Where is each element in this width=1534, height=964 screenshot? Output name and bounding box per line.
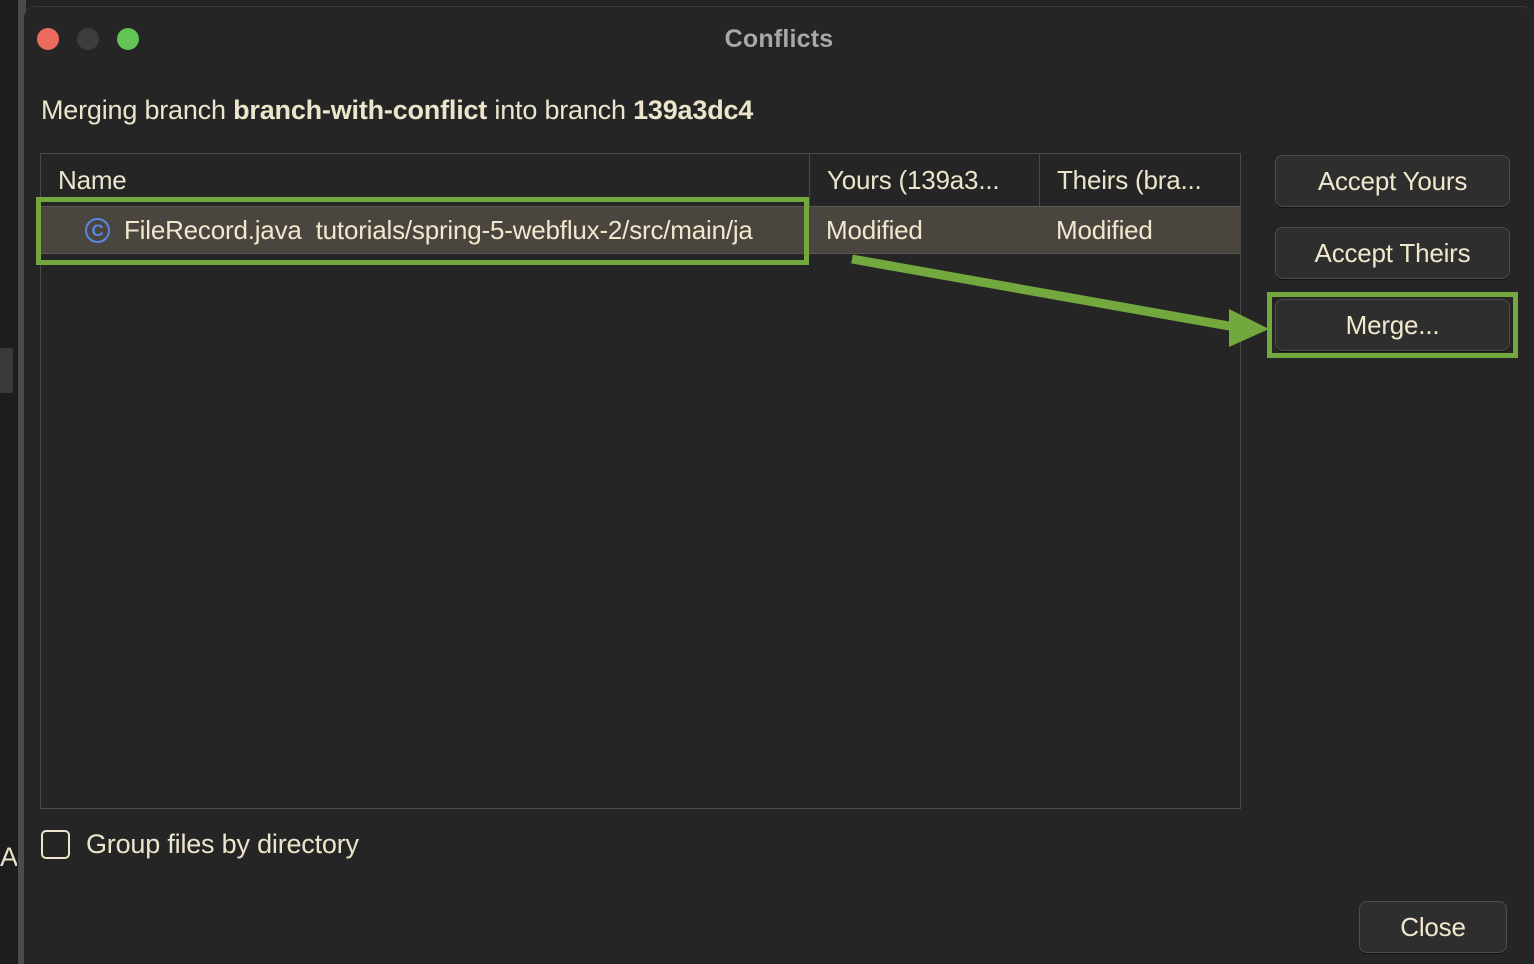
merge-description-middle: into branch xyxy=(487,95,633,125)
source-branch-name: branch-with-conflict xyxy=(233,95,487,125)
background-scrollbar-thumb[interactable] xyxy=(0,348,13,393)
column-header-yours[interactable]: Yours (139a3... xyxy=(809,154,1039,206)
conflicts-table: Name Yours (139a3... Theirs (bra... C Fi… xyxy=(40,153,1241,809)
target-branch-name: 139a3dc4 xyxy=(633,95,753,125)
background-text-fragment: Al xyxy=(0,842,17,873)
file-path-label: tutorials/spring-5-webflux-2/src/main/ja xyxy=(316,215,753,246)
merge-description-prefix: Merging branch xyxy=(41,95,233,125)
window-title: Conflicts xyxy=(24,25,1534,54)
title-bar: Conflicts xyxy=(24,7,1534,69)
close-button[interactable]: Close xyxy=(1359,901,1507,953)
cell-file-name: C FileRecord.java tutorials/spring-5-web… xyxy=(41,215,809,246)
cell-theirs-status: Modified xyxy=(1039,215,1239,246)
table-row[interactable]: C FileRecord.java tutorials/spring-5-web… xyxy=(41,206,1240,254)
background-panel xyxy=(0,0,18,964)
cell-yours-status: Modified xyxy=(809,215,1039,246)
group-files-label: Group files by directory xyxy=(86,829,359,860)
column-header-name[interactable]: Name xyxy=(41,154,809,206)
table-body: C FileRecord.java tutorials/spring-5-web… xyxy=(41,206,1240,254)
merge-button[interactable]: Merge... xyxy=(1275,299,1510,351)
accept-theirs-button[interactable]: Accept Theirs xyxy=(1275,227,1510,279)
column-header-theirs[interactable]: Theirs (bra... xyxy=(1039,154,1239,206)
group-files-checkbox[interactable] xyxy=(41,830,70,859)
merge-description: Merging branch branch-with-conflict into… xyxy=(41,95,753,126)
table-header-row: Name Yours (139a3... Theirs (bra... xyxy=(41,154,1240,206)
accept-yours-button[interactable]: Accept Yours xyxy=(1275,155,1510,207)
java-class-icon: C xyxy=(85,218,110,243)
file-name-label: FileRecord.java xyxy=(124,215,302,246)
group-files-by-directory-row[interactable]: Group files by directory xyxy=(41,829,359,860)
conflicts-dialog: Conflicts Merging branch branch-with-con… xyxy=(24,6,1534,964)
